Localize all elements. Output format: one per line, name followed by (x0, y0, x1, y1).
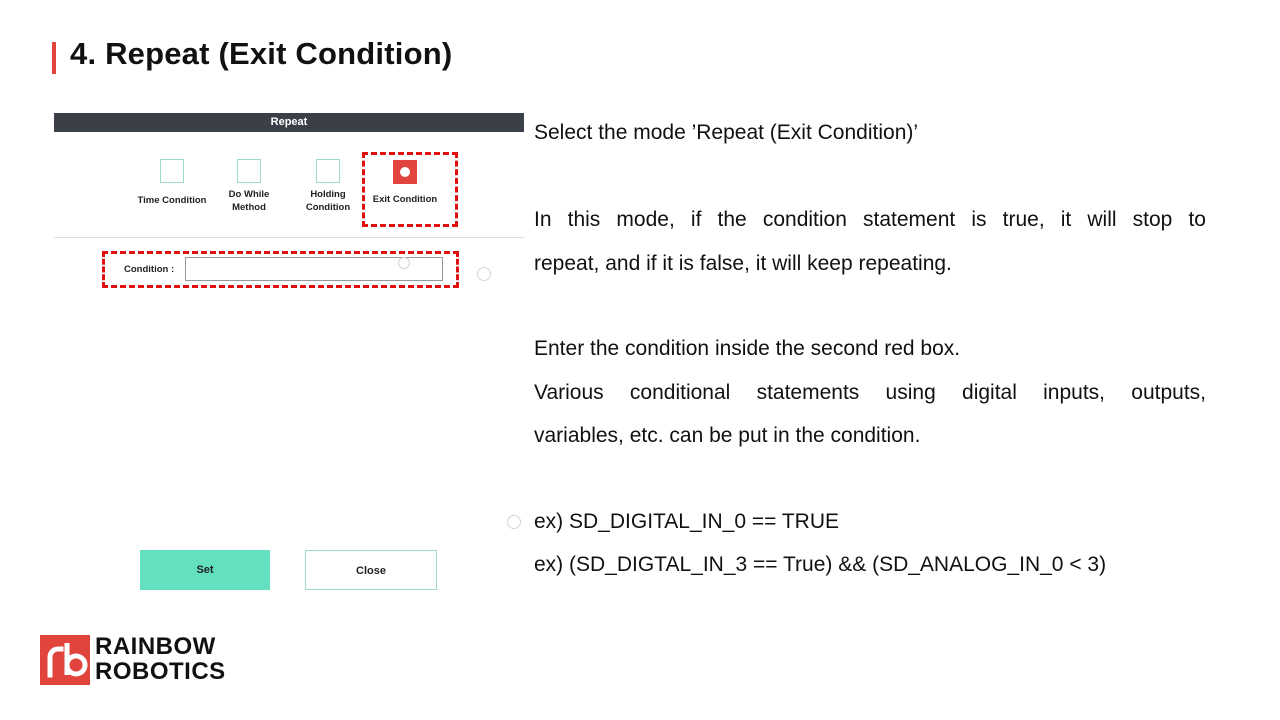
mode-label: Do While Method (204, 188, 294, 214)
example-line: ex) (SD_DIGTAL_IN_3 == True) && (SD_ANAL… (534, 553, 1107, 576)
set-button[interactable]: Set (140, 550, 270, 590)
faint-circle-marker (477, 267, 491, 281)
description-line: Various conditional statements using dig… (534, 381, 1206, 404)
logo-line: ROBOTICS (95, 658, 226, 685)
example-line: ex) SD_DIGITAL_IN_0 == TRUE (534, 510, 840, 533)
slide-title: 4. Repeat (Exit Condition) (70, 36, 453, 71)
title-accent-bar (52, 42, 56, 74)
description-line: In this mode, if the condition statement… (534, 208, 1206, 231)
mode-checkbox[interactable] (316, 159, 340, 183)
description-line: Select the mode ’Repeat (Exit Condition)… (534, 121, 919, 144)
mode-do-while[interactable]: Do While Method (204, 159, 294, 214)
mode-checkbox[interactable] (237, 159, 261, 183)
mode-checkbox[interactable] (160, 159, 184, 183)
dialog-header: Repeat (54, 113, 524, 132)
description-line: repeat, and if it is false, it will keep… (534, 252, 952, 275)
description-line: variables, etc. can be put in the condit… (534, 424, 921, 447)
rb-logo-icon (40, 635, 90, 685)
highlight-box-exit-mode (362, 152, 458, 227)
logo-line: RAINBOW (95, 633, 216, 660)
description-line: Enter the condition inside the second re… (534, 337, 961, 360)
highlight-box-condition (102, 251, 459, 288)
logo-text: RAINBOW ROBOTICS (95, 634, 226, 684)
close-button[interactable]: Close (305, 550, 437, 590)
faint-circle-marker (507, 515, 521, 529)
divider (54, 237, 524, 238)
mode-label-line: Method (232, 202, 266, 213)
mode-label-line: Do While (228, 189, 270, 200)
repeat-dialog: Repeat Time Condition Do While Method Ho… (54, 113, 524, 603)
